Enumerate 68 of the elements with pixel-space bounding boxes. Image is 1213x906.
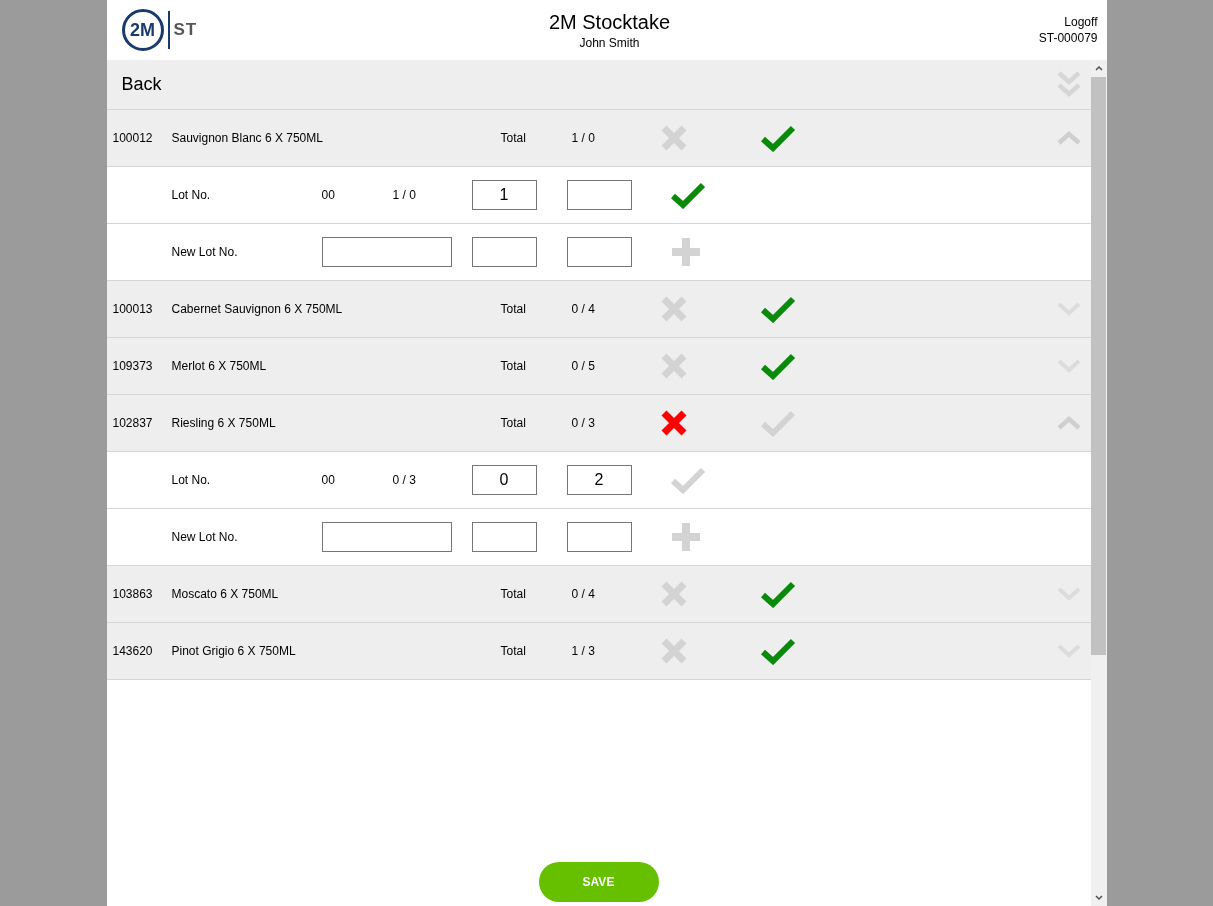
new-lot-label: New Lot No. xyxy=(171,530,239,544)
product-code: 103863 xyxy=(112,587,154,601)
count-input[interactable] xyxy=(566,522,632,552)
check-icon[interactable] xyxy=(669,181,706,209)
product-row[interactable]: 102837 Riesling 6 X 750ML Total 0 / 3 xyxy=(106,395,1091,452)
app-title: 2M Stocktake xyxy=(548,10,671,34)
check-icon[interactable] xyxy=(759,352,796,380)
product-name: Riesling 6 X 750ML xyxy=(171,416,277,430)
count-text: 0 / 4 xyxy=(571,302,596,316)
chevron-up-icon[interactable] xyxy=(1056,131,1081,145)
count-text: 0 / 3 xyxy=(571,416,596,430)
product-row[interactable]: 100013 Cabernet Sauvignon 6 X 750ML Total 0 / 4 xyxy=(106,281,1091,338)
product-name: Moscato 6 X 750ML xyxy=(171,587,280,601)
stocktake-id: ST-000079 xyxy=(1038,31,1098,45)
product-name: Pinot Grigio 6 X 750ML xyxy=(171,644,297,658)
check-icon[interactable] xyxy=(759,124,796,152)
double-chevron-down-icon[interactable] xyxy=(1056,69,1081,100)
chevron-up-icon[interactable] xyxy=(1056,416,1081,430)
logo-text: ST xyxy=(173,20,198,40)
total-label: Total xyxy=(500,302,527,316)
lot-number-input[interactable] xyxy=(321,237,452,267)
check-icon[interactable] xyxy=(759,295,796,323)
logo-mark: 2M xyxy=(121,9,164,51)
count-input[interactable] xyxy=(566,237,632,267)
total-label: Total xyxy=(500,587,527,601)
product-name: Sauvignon Blanc 6 X 750ML xyxy=(171,131,324,145)
lot-label: Lot No. xyxy=(171,188,212,202)
check-icon[interactable] xyxy=(759,580,796,608)
product-code: 143620 xyxy=(112,644,154,658)
product-code: 102837 xyxy=(112,416,154,430)
scrollbar[interactable] xyxy=(1090,60,1107,906)
product-code: 100013 xyxy=(112,302,154,316)
count-text: 1 / 3 xyxy=(571,644,596,658)
count-text: 1 / 0 xyxy=(571,131,596,145)
count-text: 0 / 3 xyxy=(392,473,417,487)
product-name: Cabernet Sauvignon 6 X 750ML xyxy=(171,302,344,316)
count-input[interactable] xyxy=(471,522,537,552)
lot-label: Lot No. xyxy=(171,473,212,487)
lot-number: 00 xyxy=(321,188,336,202)
check-icon[interactable] xyxy=(759,637,796,665)
total-label: Total xyxy=(500,359,527,373)
total-label: Total xyxy=(500,416,527,430)
product-name: Merlot 6 X 750ML xyxy=(171,359,268,373)
product-row[interactable]: 109373 Merlot 6 X 750ML Total 0 / 5 xyxy=(106,338,1091,395)
count-input[interactable] xyxy=(471,237,537,267)
lot-number-input[interactable] xyxy=(321,522,452,552)
total-label: Total xyxy=(500,131,527,145)
back-link[interactable]: Back xyxy=(121,74,162,95)
count-text: 1 / 0 xyxy=(392,188,417,202)
user-name: John Smith xyxy=(579,35,640,50)
product-row[interactable]: 143620 Pinot Grigio 6 X 750ML Total 1 / 3 xyxy=(106,623,1091,680)
count-input[interactable]: 0 xyxy=(471,465,537,495)
cross-icon[interactable] xyxy=(659,409,688,437)
count-input[interactable] xyxy=(566,180,632,210)
new-lot-label: New Lot No. xyxy=(171,245,239,259)
count-input[interactable]: 2 xyxy=(566,465,632,495)
lot-number: 00 xyxy=(321,473,336,487)
product-row[interactable]: 103863 Moscato 6 X 750ML Total 0 / 4 xyxy=(106,566,1091,623)
plus-icon[interactable] xyxy=(669,521,702,553)
plus-icon[interactable] xyxy=(669,236,702,268)
product-row[interactable]: 100012 Sauvignon Blanc 6 X 750ML Total 1 / 0 xyxy=(106,110,1091,167)
total-label: Total xyxy=(500,644,527,658)
count-input[interactable]: 1 xyxy=(471,180,537,210)
product-code: 100012 xyxy=(112,131,154,145)
count-text: 0 / 4 xyxy=(571,587,596,601)
count-text: 0 / 5 xyxy=(571,359,596,373)
product-code: 109373 xyxy=(112,359,154,373)
logoff-link[interactable]: Logoff xyxy=(1064,15,1098,29)
